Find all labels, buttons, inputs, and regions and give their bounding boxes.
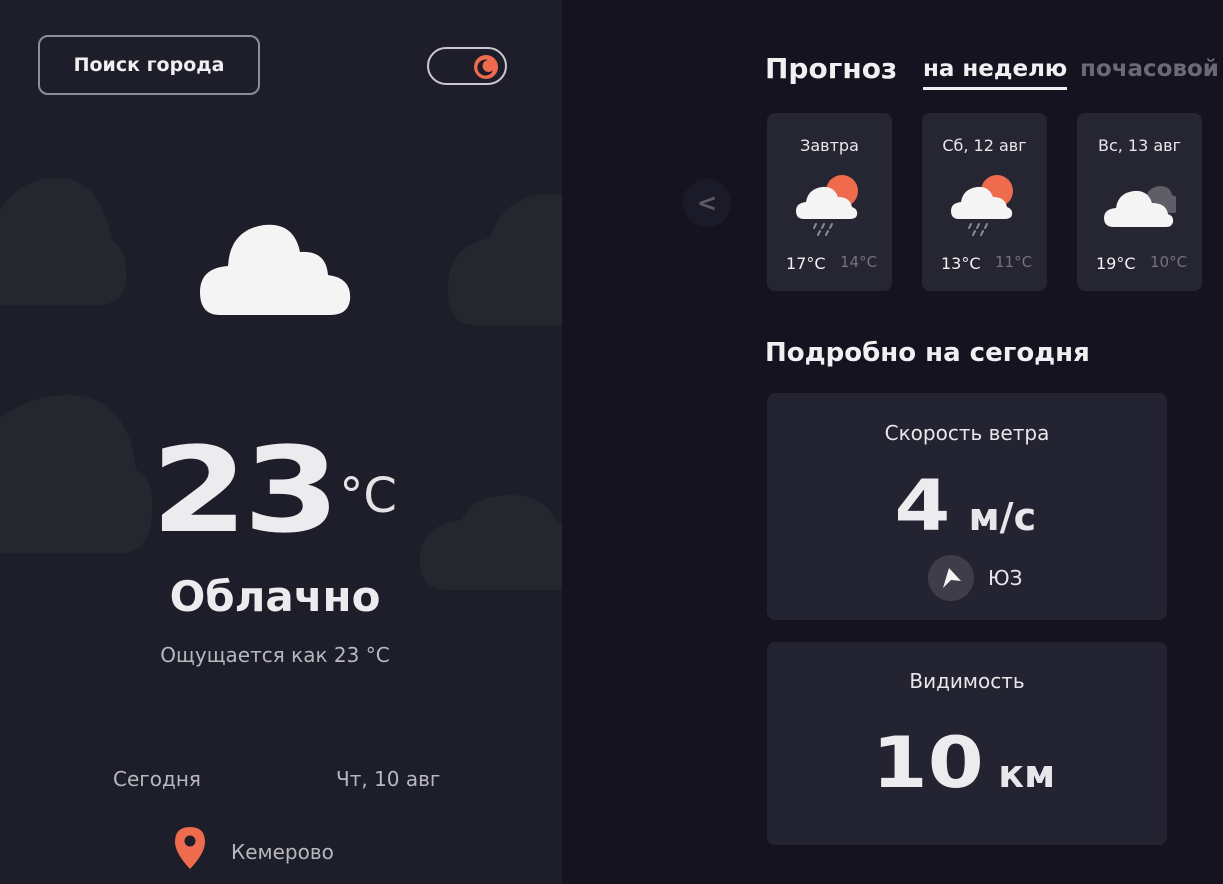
visibility-label: Видимость xyxy=(909,669,1025,693)
temperature-unit: °C xyxy=(339,468,397,524)
visibility-card: Видимость 10 км xyxy=(767,642,1167,845)
wind-speed-value-row: 4 м/с xyxy=(767,465,1167,547)
day-label: Вс, 13 авг xyxy=(1097,136,1182,155)
day-max-temp: 13°C xyxy=(941,254,981,273)
day-label: Завтра xyxy=(800,136,859,155)
weather-condition: Облачно xyxy=(169,572,381,621)
main-panel: Прогноз на неделю почасовой < Завтра 17°… xyxy=(562,0,1223,884)
feels-like: Ощущается как 23 °C xyxy=(160,643,390,667)
wind-speed-card: Скорость ветра 4 м/с ЮЗ xyxy=(767,393,1167,620)
forecast-day-card: Завтра 17°C 14°C xyxy=(767,113,892,291)
search-city-button[interactable]: Поиск города xyxy=(38,35,260,95)
day-label: Сб, 12 авг xyxy=(942,136,1027,155)
tab-week[interactable]: на неделю xyxy=(923,56,1068,90)
day-max-temp: 19°C xyxy=(1096,254,1136,273)
dark-clouds-icon xyxy=(1104,186,1176,227)
current-temperature: 23°C xyxy=(0,420,562,560)
sidebar: Поиск города 23°C Облачно Ощущается как … xyxy=(0,0,562,884)
cloud-icon xyxy=(200,224,351,315)
day-min-temp: 10°C xyxy=(1150,253,1188,271)
visibility-unit: км xyxy=(998,752,1056,796)
sun-cloud-rain-icon xyxy=(796,175,858,236)
forecast-day-card: Сб, 12 авг 13°C 11°C xyxy=(922,113,1047,291)
wind-direction-text: ЮЗ xyxy=(988,566,1023,590)
forecast-day-card: Вс, 13 авг 19°C 10°C xyxy=(1077,113,1202,291)
visibility-value-row: 10 км xyxy=(767,722,1167,804)
forecast-prev-button[interactable]: < xyxy=(683,179,731,227)
details-title: Подробно на сегодня xyxy=(765,338,1090,368)
date-value: Чт, 10 авг xyxy=(336,767,441,791)
navigation-arrow-icon-shape xyxy=(943,568,961,588)
visibility-value: 10 xyxy=(871,722,984,804)
moon-icon xyxy=(474,55,498,79)
city-name: Кемерово xyxy=(231,840,334,864)
wind-speed-value: 4 xyxy=(894,465,951,547)
day-min-temp: 14°C xyxy=(840,253,878,271)
forecast-title: Прогноз xyxy=(765,52,898,85)
theme-toggle[interactable] xyxy=(427,47,507,85)
day-max-temp: 17°C xyxy=(786,254,826,273)
wind-speed-unit: м/с xyxy=(968,495,1037,539)
wind-speed-label: Скорость ветра xyxy=(884,421,1050,445)
day-min-temp: 11°C xyxy=(995,253,1033,271)
tab-hourly[interactable]: почасовой xyxy=(1080,56,1219,82)
sun-cloud-rain-icon xyxy=(951,175,1013,236)
map-pin-icon xyxy=(175,827,205,869)
wind-direction: ЮЗ xyxy=(928,555,1022,601)
navigation-arrow-icon xyxy=(928,555,974,601)
date-label: Сегодня xyxy=(113,767,201,791)
temperature-value: 23 xyxy=(151,421,340,559)
